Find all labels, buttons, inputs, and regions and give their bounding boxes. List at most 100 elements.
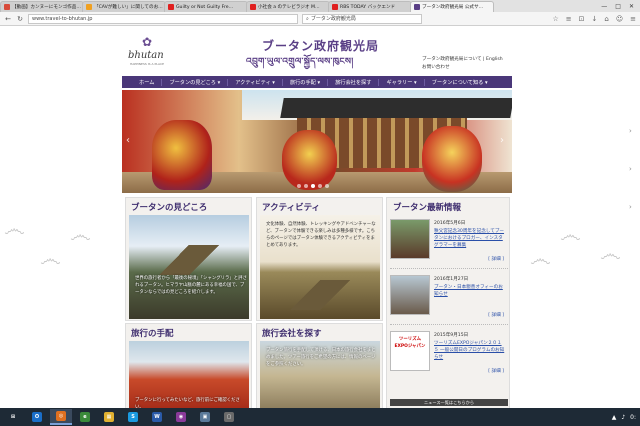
windows-icon: ⊞ [10,414,16,420]
find-agency-panel[interactable]: 旅行会社を探す ブータン旅行を手配して頂ける、日本の旅行会社をまとめました。ツア… [256,323,383,408]
reading-list-icon[interactable]: ≡ [566,15,572,23]
slider-dot[interactable] [325,184,329,188]
slider-prev-icon[interactable]: ‹ [126,135,130,146]
news-panel: ブータン最新情報 2016年5月6日 秩父宮記念30周年を記念してブータンにおけ… [386,197,510,408]
browser-tab[interactable]: 「CAVが難しい」に関してのお… [82,1,166,12]
hero-roof [280,98,512,118]
nav-travel-arrangements[interactable]: 旅行の手配 ▾ [283,78,329,86]
news-more-link[interactable]: [ 詳細 ] [488,312,504,318]
highlights-panel[interactable]: ブータンの見どころ 世界の旅行者から「最後の秘境」「シャングリラ」と評されるブー… [125,197,252,321]
address-toolbar: ← ↻ www.travel-to-bhutan.jp ⌕ ブータン政府観光局 ☆… [0,12,640,26]
monastery-shape [129,245,249,275]
hero-dancer [282,130,337,190]
travel-arrangements-panel[interactable]: 旅行の手配 ブータンに行ってみたいなど、旅行前にご確認ください。 [125,323,252,408]
nav-about-bhutan[interactable]: ブータンについて知る ▾ [425,79,495,86]
news-date: 2016年1月27日 [434,277,469,282]
news-thumbnail[interactable] [390,219,430,259]
activities-image[interactable]: 文化体験、自然体験、トレッキングやアドベンチャーなど、ブータンで体験できる楽しみ… [260,215,380,319]
system-tray: ▲ ♪ 0: [612,414,640,421]
reload-icon[interactable]: ↻ [16,15,24,23]
web-page: ෴ ෴ ෴ ෴ ෴ ෴ ✿ bhutan HAPPINESS IS A PLAC… [0,27,640,408]
home-icon[interactable]: ⌂ [604,15,608,23]
taskbar-app[interactable]: ▦ [98,409,120,425]
download-icon[interactable]: ↓ [591,15,597,23]
scroll-arrow-icon[interactable]: › [629,127,632,135]
browser-tab-bar: 【動画】カンヌーにモンゴ作品… 「CAVが難しい」に関してのお… Guilty … [0,0,640,12]
side-scroll-arrows: › › › [629,127,632,211]
news-link[interactable]: ツーリズムEXPOジャパン２０１５ 一般公開日のプログラムのお知らせ [434,340,506,361]
scroll-arrow-icon[interactable]: › [629,165,632,173]
cloud-ornament-icon: ෴ [40,247,61,272]
lock-icon[interactable]: ⊡ [579,15,585,23]
browser-tab[interactable]: RBS TODAY バックエンド [328,1,412,12]
start-button[interactable]: ⊞ [2,409,24,425]
news-title: ブータン最新情報 [393,203,462,213]
nav-activities[interactable]: アクティビティ ▾ [228,78,283,86]
app-icon: ◉ [176,412,186,422]
news-more-link[interactable]: [ 詳細 ] [488,256,504,262]
news-item[interactable]: 2016年5月6日 秩父宮記念30周年を記念してブータンにおけるブロガー、インス… [390,216,508,266]
activities-panel[interactable]: アクティビティ 文化体験、自然体験、トレッキングやアドベンチャーなど、ブータンで… [256,197,383,321]
nav-home[interactable]: ホーム [132,78,163,86]
site-logo[interactable]: ✿ bhutan HAPPINESS IS A PLACE [124,33,174,69]
volume-icon[interactable]: ♪ [621,414,625,421]
tab-label: ブータン政府観光局 公式サ… [422,5,484,10]
thumbnail-label: ツーリズムEXPOジャパン [394,337,426,349]
taskbar-app[interactable]: ◎ [50,409,72,425]
divider [390,324,508,325]
url-input[interactable]: www.travel-to-bhutan.jp [28,13,298,24]
browser-tab[interactable]: Guilty or Not Guilty Fre… [164,1,248,12]
news-link[interactable]: 秩父宮記念30周年を記念してブータンにおけるブロガー、インスタグラマーを募集 [434,228,506,249]
agency-image[interactable]: ブータン旅行を手配して頂ける、日本の旅行会社をまとめました。ツアー旅行をご希望の… [260,341,380,408]
search-icon: ⌕ [306,15,309,22]
nav-gallery[interactable]: ギャラリー ▾ [379,78,425,86]
hero-dancer [422,126,482,192]
hero-slider[interactable]: ‹ › [122,90,512,193]
monks-image[interactable]: ブータンに行ってみたいなど、旅行前にご確認ください。 [129,341,249,408]
news-list-link[interactable]: ニュース一覧はこちらから [390,399,508,406]
browser-tab-active[interactable]: ブータン政府観光局 公式サ… [410,1,494,12]
slider-dots [297,184,329,188]
about-english-link[interactable]: ブータン政府観光局について | English [422,56,503,64]
taskbar-app[interactable]: ▢ [218,409,240,425]
back-arrow-icon[interactable]: ← [4,15,12,23]
browser-tab[interactable]: 小社会 a のテレビラジオ M… [246,1,330,12]
taskbar-app[interactable]: ◉ [170,409,192,425]
news-thumbnail[interactable] [390,275,430,315]
news-link[interactable]: ブータン・日本親善オフィーのお知らせ [434,284,506,298]
taskbar-app[interactable]: e [74,409,96,425]
chat-icon[interactable]: ☺ [616,15,623,23]
taskbar-app[interactable]: ▣ [194,409,216,425]
nav-find-agency[interactable]: 旅行会社を探す [328,78,380,86]
minimize-button[interactable]: — [601,3,607,10]
star-icon[interactable]: ☆ [552,15,558,23]
slider-next-icon[interactable]: › [500,135,504,146]
slider-dot[interactable] [297,184,301,188]
news-more-link[interactable]: [ 詳細 ] [488,368,504,374]
taskbar-app[interactable]: O [26,409,48,425]
explorer-icon: ▦ [104,412,114,422]
highlights-image[interactable]: 世界の旅行者から「最後の秘境」「シャングリラ」と評されるブータン。ヒマラヤ山脈の… [129,215,249,319]
news-item[interactable]: 2016年1月27日 ブータン・日本親善オフィーのお知らせ [ 詳細 ] [390,272,508,322]
slider-dot[interactable] [304,184,308,188]
news-item[interactable]: ツーリズムEXPOジャパン 2015年9月15日 ツーリズムEXPOジャパン２０… [390,328,508,378]
slider-dot-active[interactable] [311,184,315,188]
scroll-arrow-icon[interactable]: › [629,203,632,211]
contact-link[interactable]: お問い合わせ [422,64,503,72]
logo-script: bhutan [128,50,164,61]
taskbar-app[interactable]: W [146,409,168,425]
taskbar-app[interactable]: S [122,409,144,425]
tab-favicon-icon [414,4,420,10]
network-icon[interactable]: ▲ [612,414,617,421]
slider-dot[interactable] [318,184,322,188]
divider [390,268,508,269]
close-button[interactable]: ✕ [629,3,634,10]
nav-highlights[interactable]: ブータンの見どころ ▾ [162,78,229,86]
tab-label: RBS TODAY バックエンド [340,5,396,10]
menu-icon[interactable]: ≡ [630,15,636,23]
browser-tab[interactable]: 【動画】カンヌーにモンゴ作品… [0,1,84,12]
maximize-button[interactable]: □ [615,3,621,10]
clock[interactable]: 0: [630,414,636,421]
search-input[interactable]: ⌕ ブータン政府観光局 [302,13,422,24]
news-thumbnail[interactable]: ツーリズムEXPOジャパン [390,331,430,371]
